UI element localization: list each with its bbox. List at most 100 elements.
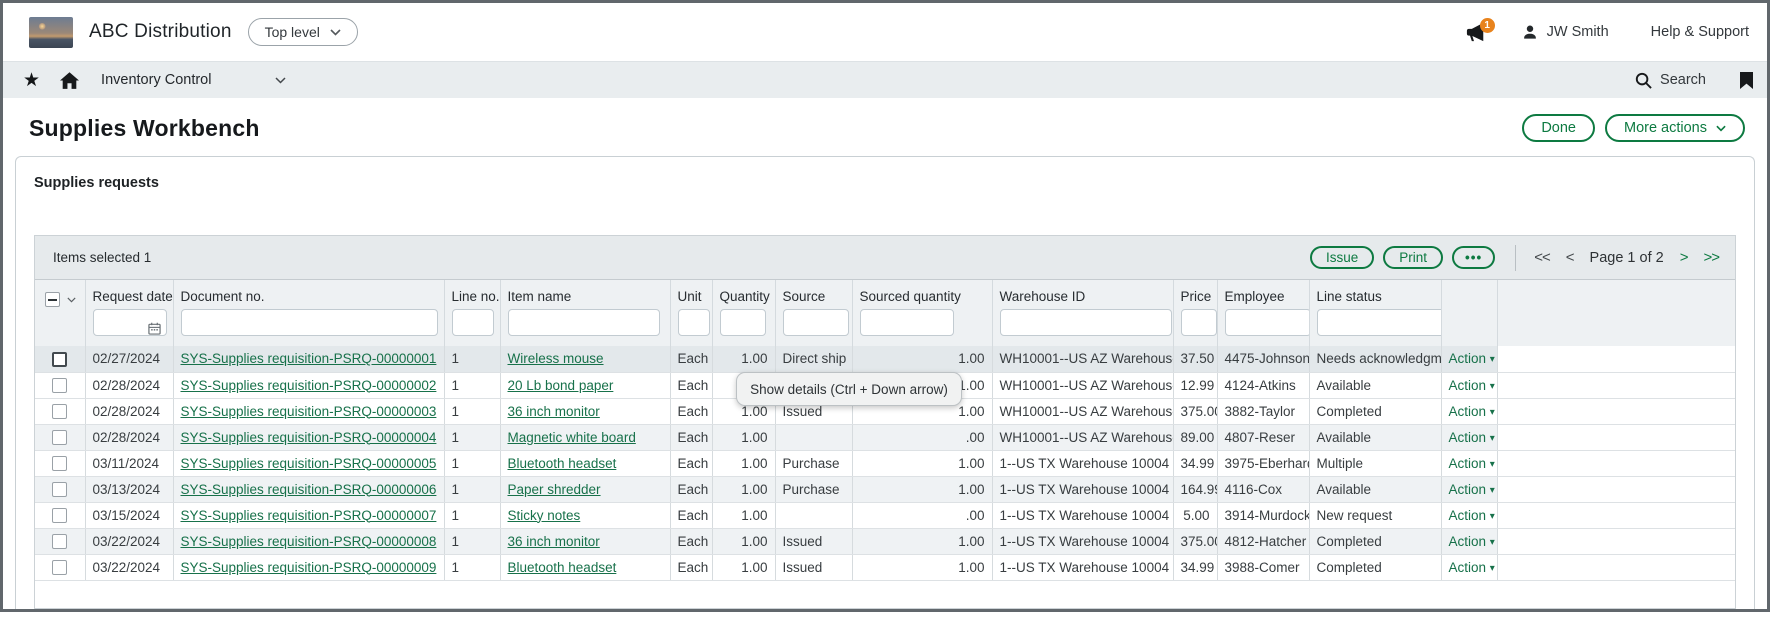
col-header-employee[interactable]: Employee	[1217, 280, 1309, 305]
filter-line-no[interactable]	[452, 309, 494, 336]
row-checkbox[interactable]	[52, 534, 67, 549]
print-button[interactable]: Print	[1383, 246, 1443, 269]
action-button[interactable]: Action ▾	[1449, 482, 1495, 497]
line-no-cell: 1	[444, 554, 500, 580]
item-link[interactable]: Wireless mouse	[508, 351, 604, 366]
document-no-cell: SYS-Supplies requisition-PSRQ-00000007	[173, 502, 444, 528]
action-button[interactable]: Action ▾	[1449, 430, 1495, 445]
item-name-cell: 20 Lb bond paper	[500, 372, 670, 398]
document-link[interactable]: SYS-Supplies requisition-PSRQ-00000008	[181, 534, 437, 549]
filter-price[interactable]	[1181, 309, 1217, 336]
action-button[interactable]: Action ▾	[1449, 560, 1495, 575]
document-link[interactable]: SYS-Supplies requisition-PSRQ-00000002	[181, 378, 437, 393]
source-cell	[775, 502, 852, 528]
row-checkbox[interactable]	[52, 378, 67, 393]
document-link[interactable]: SYS-Supplies requisition-PSRQ-00000005	[181, 456, 437, 471]
filter-sourced-quantity[interactable]	[860, 309, 954, 336]
col-header-line-status[interactable]: Line status	[1309, 280, 1441, 305]
col-header-source[interactable]: Source	[775, 280, 852, 305]
search-button[interactable]: Search	[1635, 72, 1706, 89]
nav-menu-inventory-control[interactable]: Inventory Control	[101, 72, 211, 88]
document-link[interactable]: SYS-Supplies requisition-PSRQ-00000009	[181, 560, 437, 575]
document-link[interactable]: SYS-Supplies requisition-PSRQ-00000006	[181, 482, 437, 497]
table-row[interactable]: 03/22/2024SYS-Supplies requisition-PSRQ-…	[35, 554, 1735, 580]
document-link[interactable]: SYS-Supplies requisition-PSRQ-00000004	[181, 430, 437, 445]
item-link[interactable]: Bluetooth headset	[508, 560, 617, 575]
more-actions-button[interactable]: More actions	[1605, 114, 1745, 142]
filter-document-no[interactable]	[181, 309, 438, 336]
table-row[interactable]: 03/11/2024SYS-Supplies requisition-PSRQ-…	[35, 450, 1735, 476]
item-link[interactable]: 36 inch monitor	[508, 534, 600, 549]
item-link[interactable]: 20 Lb bond paper	[508, 378, 614, 393]
col-header-filler	[1497, 280, 1735, 346]
last-page-button[interactable]: >>	[1703, 249, 1719, 266]
row-checkbox[interactable]	[52, 508, 67, 523]
table-row[interactable]: 02/28/2024SYS-Supplies requisition-PSRQ-…	[35, 424, 1735, 450]
filter-item-name[interactable]	[508, 309, 660, 336]
item-link[interactable]: Paper shredder	[508, 482, 601, 497]
col-header-line-no[interactable]: Line no.	[444, 280, 500, 305]
filter-quantity[interactable]	[720, 309, 766, 336]
filter-source[interactable]	[783, 309, 849, 336]
issue-button[interactable]: Issue	[1310, 246, 1374, 269]
item-link[interactable]: Sticky notes	[508, 508, 581, 523]
col-header-price[interactable]: Price	[1173, 280, 1217, 305]
col-header-item-name[interactable]: Item name	[500, 280, 670, 305]
first-page-button[interactable]: <<	[1534, 249, 1550, 266]
table-row[interactable]: 03/15/2024SYS-Supplies requisition-PSRQ-…	[35, 502, 1735, 528]
help-support-link[interactable]: Help & Support	[1651, 24, 1749, 40]
document-link[interactable]: SYS-Supplies requisition-PSRQ-00000003	[181, 404, 437, 419]
row-checkbox[interactable]	[52, 352, 67, 367]
user-name: JW Smith	[1547, 24, 1609, 40]
action-button[interactable]: Action ▾	[1449, 456, 1495, 471]
done-button[interactable]: Done	[1522, 114, 1595, 142]
action-button[interactable]: Action ▾	[1449, 378, 1495, 393]
action-button[interactable]: Action ▾	[1449, 534, 1495, 549]
table-row[interactable]: 03/13/2024SYS-Supplies requisition-PSRQ-…	[35, 476, 1735, 502]
chevron-down-icon[interactable]	[67, 297, 76, 303]
action-button[interactable]: Action ▾	[1449, 508, 1495, 523]
bookmark-icon[interactable]	[1740, 72, 1753, 89]
warehouse-id-cell: WH10001--US AZ Warehouse 10001	[992, 346, 1173, 372]
price-cell: 34.99	[1173, 554, 1217, 580]
filter-warehouse-id[interactable]	[1000, 309, 1172, 336]
announcements-button[interactable]: 1	[1465, 22, 1487, 42]
row-checkbox[interactable]	[52, 456, 67, 471]
col-header-request-date[interactable]: Request date	[85, 280, 173, 305]
next-page-button[interactable]: >	[1680, 249, 1688, 266]
col-header-sourced-quantity[interactable]: Sourced quantity	[852, 280, 992, 305]
prev-page-button[interactable]: <	[1566, 249, 1574, 266]
home-icon[interactable]	[60, 72, 79, 89]
col-header-warehouse-id[interactable]: Warehouse ID	[992, 280, 1173, 305]
filter-line-status[interactable]	[1317, 309, 1442, 336]
favorites-star-icon[interactable]: ★	[23, 71, 40, 90]
company-name: ABC Distribution	[89, 21, 232, 43]
filter-employee[interactable]	[1225, 309, 1310, 336]
row-checkbox[interactable]	[52, 482, 67, 497]
document-link[interactable]: SYS-Supplies requisition-PSRQ-00000007	[181, 508, 437, 523]
item-link[interactable]: Bluetooth headset	[508, 456, 617, 471]
document-link[interactable]: SYS-Supplies requisition-PSRQ-00000001	[181, 351, 437, 366]
more-options-button[interactable]: •••	[1452, 246, 1495, 269]
row-checkbox[interactable]	[52, 404, 67, 419]
document-no-cell: SYS-Supplies requisition-PSRQ-00000003	[173, 398, 444, 424]
item-link[interactable]: Magnetic white board	[508, 430, 636, 445]
notification-badge: 1	[1480, 18, 1495, 33]
col-header-document-no[interactable]: Document no.	[173, 280, 444, 305]
table-row[interactable]: 02/27/2024SYS-Supplies requisition-PSRQ-…	[35, 346, 1735, 372]
table-row[interactable]: 03/22/2024SYS-Supplies requisition-PSRQ-…	[35, 528, 1735, 554]
row-checkbox[interactable]	[52, 430, 67, 445]
row-checkbox[interactable]	[52, 560, 67, 575]
filter-request-date[interactable]	[93, 309, 167, 336]
action-button[interactable]: Action ▾	[1449, 351, 1495, 366]
document-no-cell: SYS-Supplies requisition-PSRQ-00000008	[173, 528, 444, 554]
user-menu[interactable]: JW Smith	[1521, 23, 1609, 41]
item-link[interactable]: 36 inch monitor	[508, 404, 600, 419]
org-selector[interactable]: Top level	[248, 18, 358, 46]
chevron-down-icon[interactable]	[275, 77, 286, 84]
select-all-checkbox[interactable]	[45, 292, 60, 307]
action-button[interactable]: Action ▾	[1449, 404, 1495, 419]
col-header-quantity[interactable]: Quantity	[712, 280, 775, 305]
col-header-unit[interactable]: Unit	[670, 280, 712, 305]
filter-unit[interactable]	[678, 309, 710, 336]
